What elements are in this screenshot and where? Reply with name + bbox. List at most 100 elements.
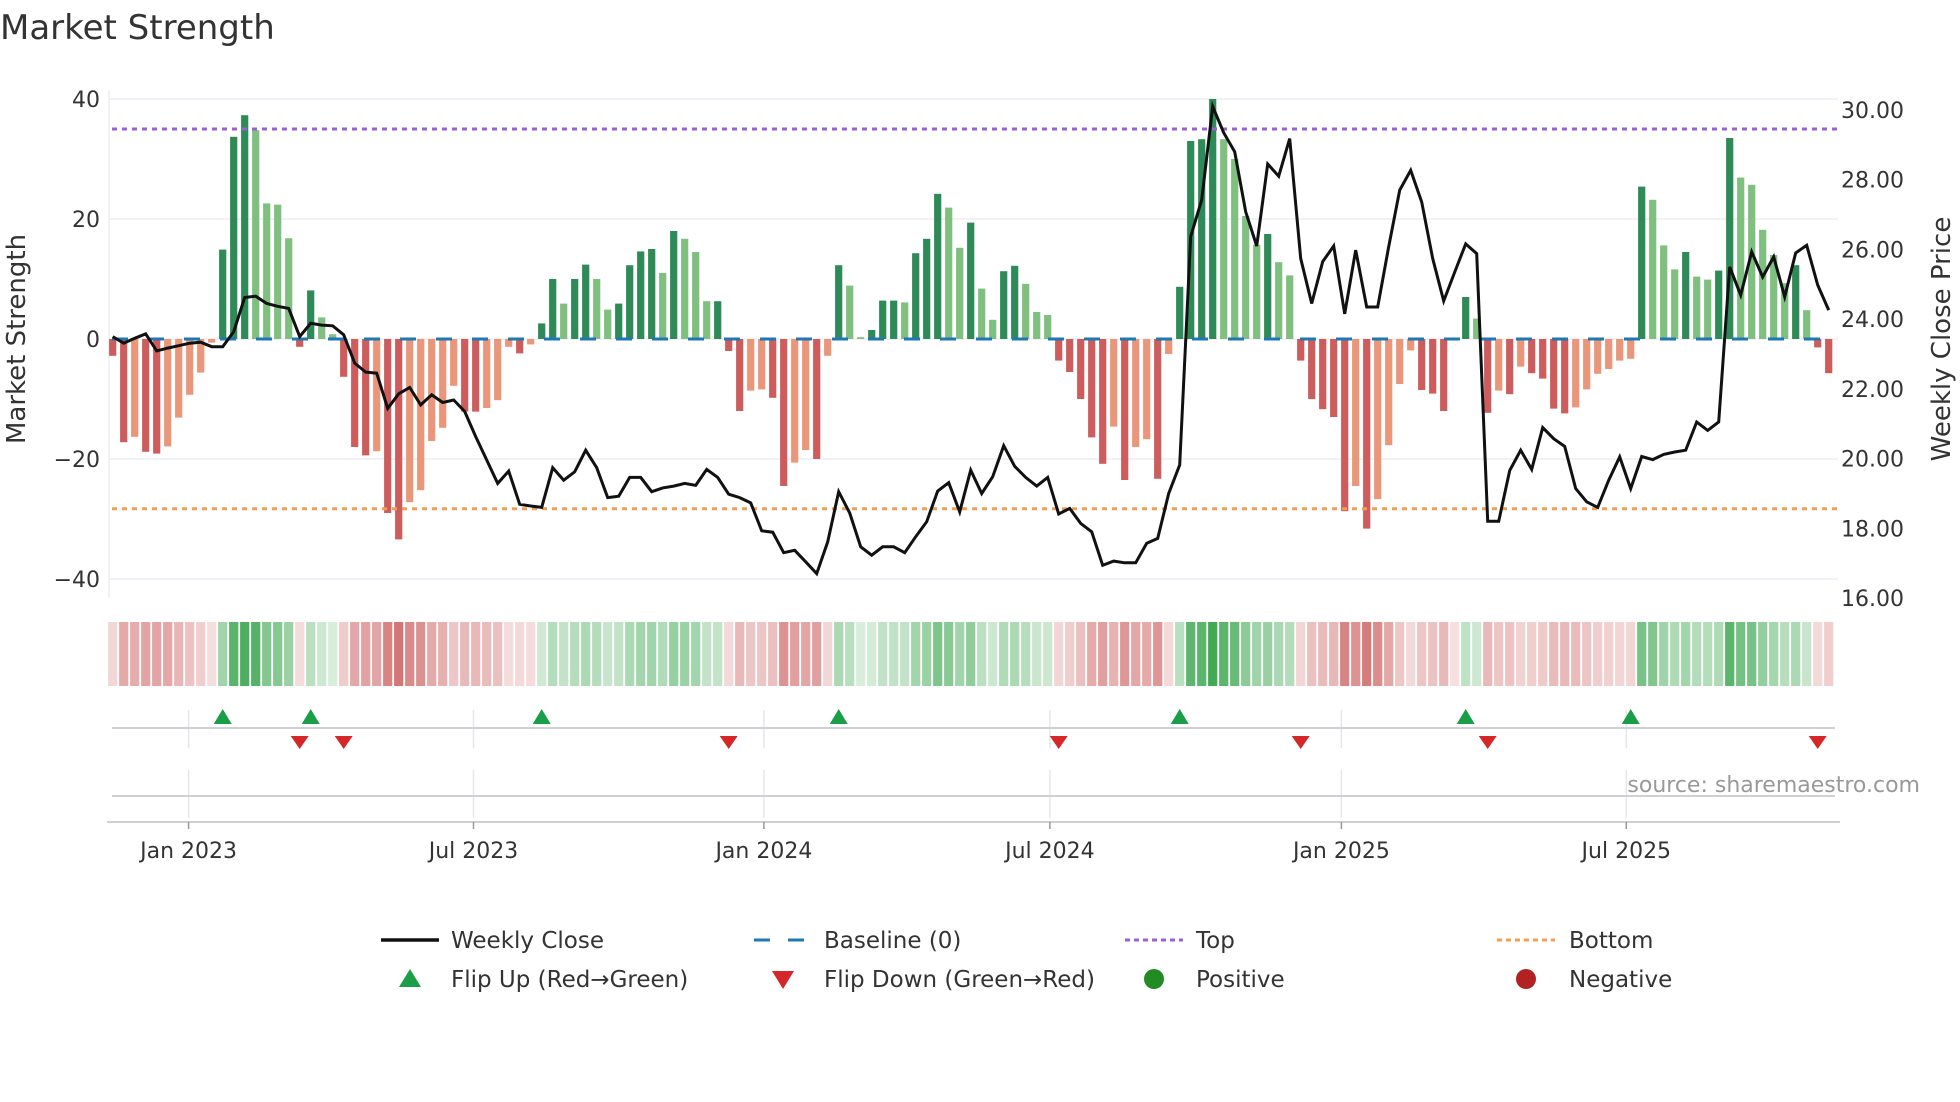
gridlines [107,90,1840,823]
positive-bar [263,203,271,339]
heat-cell [163,622,173,686]
flip-up-marker [301,709,320,724]
flip-down-marker [1478,736,1497,749]
heat-cell [1615,622,1625,686]
negative-bar [384,339,392,513]
negative-bar [186,339,194,395]
y-tick-label: −40 [54,568,100,593]
heat-cell [504,622,514,686]
positive-bar [637,251,645,339]
heat-cell [1538,622,1548,686]
negative-bar [1374,339,1382,500]
heat-cell [955,622,965,686]
heat-cell [966,622,976,686]
heat-cell [1604,622,1614,686]
heat-cell [746,622,756,686]
heat-cell [1648,622,1658,686]
heat-cell [449,622,459,686]
negative-bar [516,339,524,354]
negative-bar [439,339,447,428]
positive-bar [571,279,579,339]
heat-cell [691,622,701,686]
heat-cell [427,622,437,686]
flip-up-marker [829,709,848,724]
negative-bar [1440,339,1448,411]
y-tick-label: −20 [54,448,100,473]
heat-cell [372,622,382,686]
heat-cell [1230,622,1240,686]
heat-cell [1813,622,1823,686]
heat-cell [1417,622,1427,686]
positive-bar [1000,271,1008,339]
heat-cell [1769,622,1779,686]
positive-bar [1671,269,1679,339]
negative-bar [164,339,172,447]
heat-cell [713,622,723,686]
heat-cell [1736,622,1746,686]
negative-bar [1066,339,1074,372]
negative-bar [175,339,183,418]
positive-bar [1803,310,1811,339]
heat-cell [471,622,481,686]
heat-cell [284,622,294,686]
legend-item-negative: Negative [1516,967,1672,993]
y-tick-label: 20 [72,208,100,233]
negative-bar [1583,339,1591,390]
heat-cell [537,622,547,686]
heat-cell [1263,622,1273,686]
heat-cell [185,622,195,686]
positive-bar [846,285,854,339]
heat-cell [1274,622,1284,686]
positive-bar [252,130,260,339]
negative-bar [1616,339,1624,361]
heat-cell [196,622,206,686]
positive-bar [1220,139,1228,339]
x-tick-label: Jul 2023 [427,839,519,864]
heat-cell [119,622,129,686]
positive-bar [1286,275,1294,339]
heat-cell [548,622,558,686]
positive-bar [692,252,700,339]
flip-down-marker [719,736,738,749]
positive-bar [1715,270,1723,339]
heat-cell [251,622,261,686]
heat-cell [1395,622,1405,686]
heat-cell [1241,622,1251,686]
legend-label: Flip Up (Red→Green) [451,967,688,993]
legend-item-flip_down: Flip Down (Green→Red) [772,967,1095,993]
positive-bar [1253,244,1261,339]
negative-bar [1121,339,1129,480]
legend-label: Positive [1196,967,1285,993]
heat-cell [262,622,272,686]
heat-cell [1780,622,1790,686]
heat-cell [515,622,525,686]
negative-bar [1396,339,1404,384]
flip-down-marker [1049,736,1068,749]
heat-cell [207,622,217,686]
negative-bar [1297,339,1305,361]
negative-bar [1363,339,1371,529]
legend: Weekly Close Baseline (0) Top Bottom Flip Up… [381,928,1672,993]
heat-cell [570,622,580,686]
legend-label: Bottom [1569,928,1653,954]
negative-bar [120,339,128,443]
negative-bar [1088,339,1096,438]
positive-bar [274,204,282,339]
heat-cell [1219,622,1229,686]
heat-cell [1109,622,1119,686]
negative-bar [1132,339,1140,447]
positive-bar [1737,177,1745,339]
heat-cell [1329,622,1339,686]
heat-cell [1560,622,1570,686]
negative-bar [373,339,381,452]
heat-cell [1120,622,1130,686]
negative-bar [1055,339,1063,361]
positive-bar [1176,286,1184,339]
negative-bar [1539,339,1547,379]
heat-cell [350,622,360,686]
heat-cell [1351,622,1361,686]
heat-cell [383,622,393,686]
negative-bar [131,339,139,437]
heat-cell [1516,622,1526,686]
heat-cell [1021,622,1031,686]
